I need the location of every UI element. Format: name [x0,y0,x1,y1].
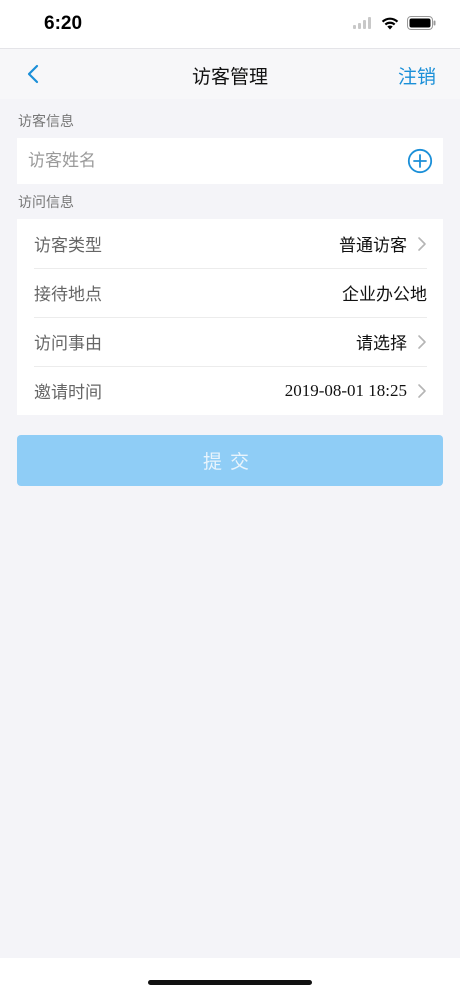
visitor-name-row [17,138,443,184]
row-label: 邀请时间 [34,383,102,403]
row-label: 访客类型 [34,236,102,256]
plus-circle-icon[interactable] [407,148,433,174]
visit-info-card: 访客类型 普通访客 接待地点 企业办公地 访问事由 请选择 邀请时间 2019-… [17,219,443,415]
invite-time-row[interactable]: 邀请时间 2019-08-01 18:25 [17,366,443,415]
visitor-name-input[interactable] [28,151,368,171]
status-icons [353,16,436,30]
chevron-right-icon [418,334,426,349]
reception-location-row: 接待地点 企业办公地 [17,268,443,317]
status-bar: 6:20 [0,0,460,48]
visitor-section-label: 访客信息 [18,114,74,130]
row-label: 访问事由 [34,334,102,354]
page-title: 访客管理 [191,66,268,88]
row-value: 企业办公地 [342,285,427,305]
visit-reason-row[interactable]: 访问事由 请选择 [17,317,443,366]
battery-icon [407,16,436,30]
row-value: 2019-08-01 18:25 [284,380,407,400]
submit-button[interactable]: 提交 [17,435,443,486]
row-label: 接待地点 [34,285,102,305]
visitor-name-card [17,138,443,184]
nav-bar: 访客管理 注销 [0,48,460,99]
row-value: 普通访客 [339,236,407,256]
wifi-icon [381,17,399,29]
bottom-bar [0,958,460,996]
visitor-type-row[interactable]: 访客类型 普通访客 [17,219,443,268]
logout-button[interactable]: 注销 [398,62,436,89]
visit-section-label: 访问信息 [18,195,74,211]
signal-icon [353,17,371,29]
row-value: 请选择 [356,334,407,354]
chevron-right-icon [418,236,426,251]
chevron-right-icon [418,383,426,398]
home-indicator [148,980,312,985]
status-time: 6:20 [44,13,83,34]
